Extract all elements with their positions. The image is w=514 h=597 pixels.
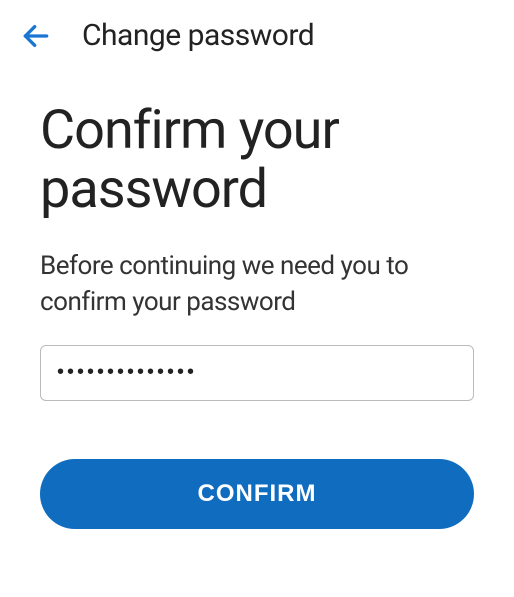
password-input[interactable] — [40, 345, 474, 401]
description-text: Before continuing we need you to confirm… — [40, 248, 474, 321]
content: Confirm your password Before continuing … — [0, 71, 514, 529]
confirm-button[interactable]: CONFIRM — [40, 459, 474, 529]
header: Change password — [0, 0, 514, 71]
page-title: Change password — [82, 18, 314, 53]
main-heading: Confirm your password — [40, 101, 474, 220]
back-arrow-icon[interactable] — [20, 20, 52, 52]
